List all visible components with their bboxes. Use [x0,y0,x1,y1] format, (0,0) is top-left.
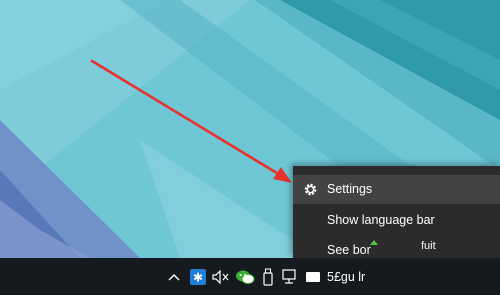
language-context-menu: Settings Show language bar See bor [293,166,500,258]
wechat-icon[interactable] [234,258,256,295]
menu-item-label: Settings [327,182,373,196]
input-method-icon[interactable] [304,258,322,295]
usb-drive-icon[interactable] [260,258,276,295]
overlay-text: fuit [421,240,436,252]
network-icon[interactable] [282,258,300,295]
chevron-up-icon[interactable] [166,258,182,295]
menu-item-settings[interactable]: Settings [293,175,500,204]
bluetooth-icon[interactable]: ✱ [189,258,207,295]
svg-text:✱: ✱ [193,270,203,284]
menu-item-label: Show language bar [327,213,435,227]
volume-muted-icon[interactable] [211,258,231,295]
menu-item-see-bor[interactable]: See bor [293,236,500,258]
gear-icon [304,183,317,196]
menu-item-show-language-bar[interactable]: Show language bar [293,206,500,235]
menu-item-label: See bor [327,243,371,257]
tray-language-text[interactable]: 5£gu lr [327,270,365,284]
green-caret-icon [370,240,378,245]
